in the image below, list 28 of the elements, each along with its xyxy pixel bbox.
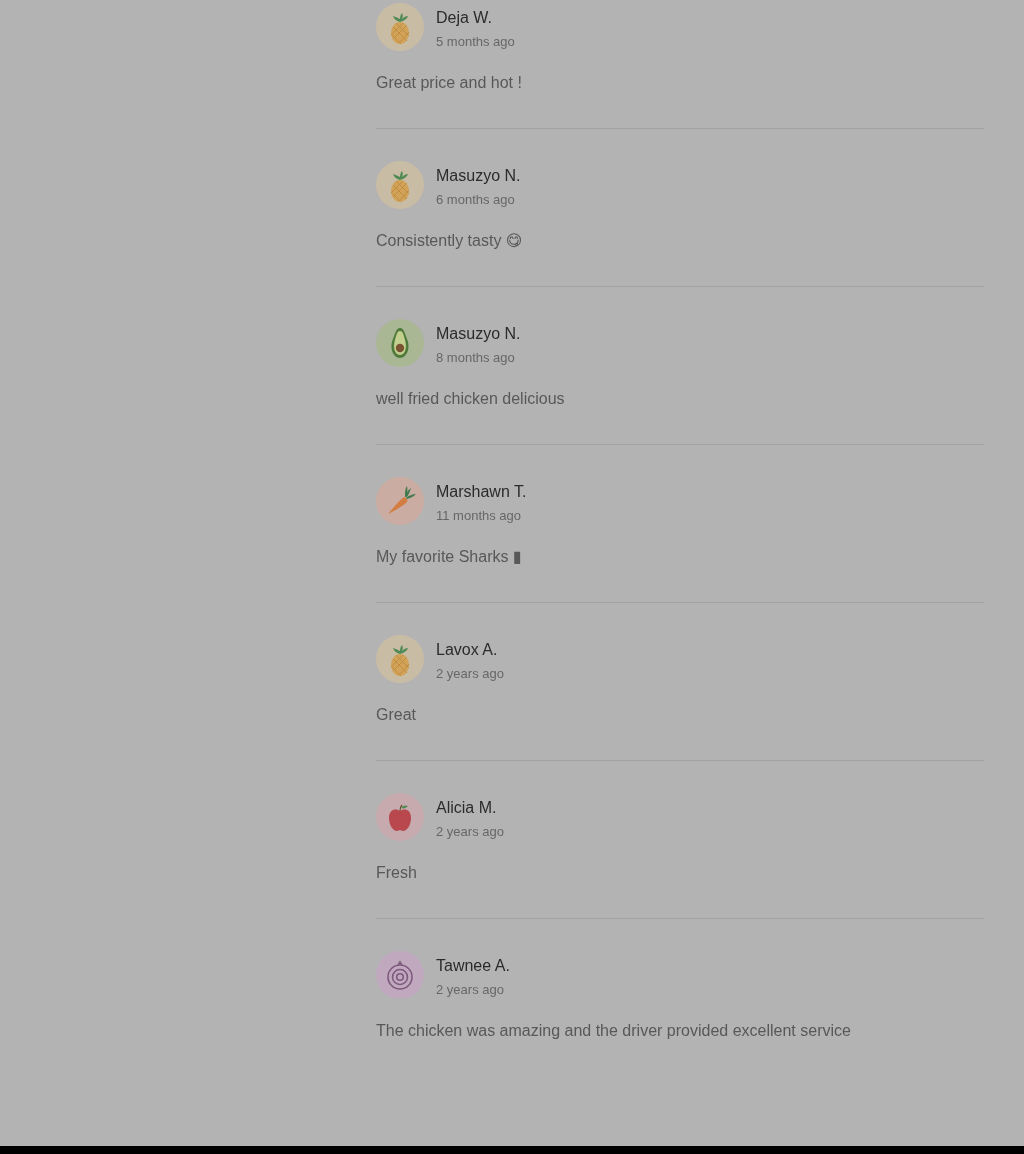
pineapple-icon — [376, 161, 424, 209]
review-time: 6 months ago — [436, 191, 515, 209]
carrot-icon — [376, 477, 424, 525]
review-text: Great price and hot ! — [376, 73, 522, 93]
onion-icon — [376, 951, 424, 999]
review-text: My favorite Sharks ▮ — [376, 547, 522, 567]
review-time: 2 years ago — [436, 981, 504, 999]
review-time: 8 months ago — [436, 349, 515, 367]
review-time: 11 months ago — [436, 507, 522, 525]
reviewer-name: Alicia M. — [436, 798, 497, 818]
avocado-icon — [376, 319, 424, 367]
apple-icon — [376, 793, 424, 841]
reviewer-name: Lavox A. — [436, 640, 498, 660]
review-text: Consistently tasty 😋 — [376, 231, 523, 251]
review-text: Fresh — [376, 863, 417, 883]
review-text: Great — [376, 705, 416, 725]
review-time: 5 months ago — [436, 33, 515, 51]
reviewer-name: Deja W. — [436, 8, 492, 28]
review-time: 2 years ago — [436, 665, 504, 683]
reviewer-name: Masuzyo N. — [436, 324, 521, 344]
reviewer-name: Tawnee A. — [436, 956, 510, 976]
review-text: The chicken was amazing and the driver provided excellent service — [376, 1021, 851, 1041]
pineapple-icon — [376, 635, 424, 683]
reviewer-name: Masuzyo N. — [436, 166, 521, 186]
pineapple-icon — [376, 3, 424, 51]
review-text: well fried chicken delicious — [376, 389, 565, 409]
reviewer-name: Marshawn T. — [436, 482, 527, 502]
review-time: 2 years ago — [436, 823, 504, 841]
